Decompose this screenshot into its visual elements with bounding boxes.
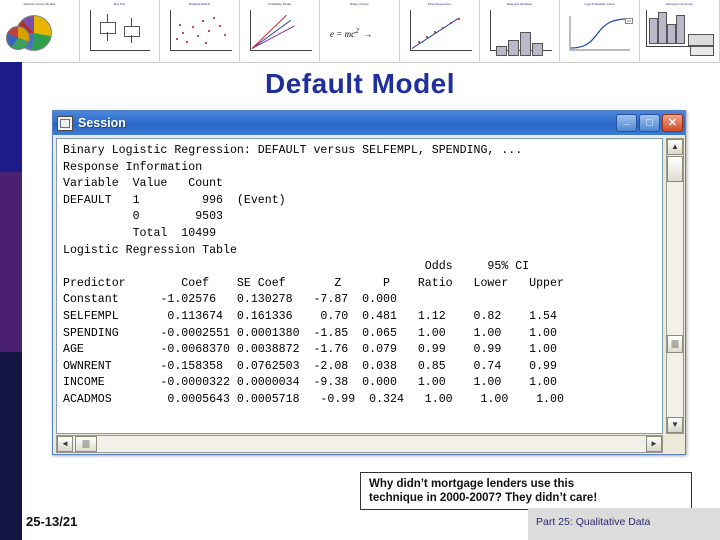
horizontal-scroll-thumb[interactable] — [75, 436, 97, 452]
thumbnail-8-caption: Logit Probability Curve — [584, 2, 615, 6]
scroll-down-icon: ▼ — [671, 420, 679, 429]
session-window-icon — [57, 115, 73, 131]
session-output-pane[interactable]: Binary Logistic Regression: DEFAULT vers… — [56, 138, 663, 434]
thumbnail-7-caption: Data and Variables — [506, 2, 533, 6]
session-window: Session _ □ ✕ Binary Logistic Regression… — [52, 110, 686, 455]
callout-line-2: technique in 2000-2007? They didn’t care… — [369, 492, 598, 504]
logit-curve-icon — [569, 16, 630, 51]
thumbnail-5-caption: Binary Choice — [350, 2, 369, 6]
minimize-button[interactable]: _ — [616, 114, 637, 132]
thumbnail-3-caption: Marginal Effects — [188, 2, 211, 6]
thumbnail-2-graphic — [84, 8, 155, 58]
window-buttons: _ □ ✕ — [616, 114, 683, 132]
thumbnail-4[interactable]: Probability Model — [240, 0, 320, 61]
scroll-grip-icon-h — [82, 440, 90, 448]
slide-section-label: Part 25: Qualitative Data — [528, 508, 720, 540]
thumbnail-6[interactable]: Fitted Regression — [400, 0, 480, 61]
thumbnail-2[interactable]: Box Plot — [80, 0, 160, 61]
scroll-grip-icon — [671, 340, 679, 348]
minimize-icon: _ — [623, 114, 630, 126]
thumbnail-1-graphic — [4, 8, 75, 58]
scroll-down-button[interactable]: ▼ — [667, 417, 683, 433]
thumbnail-8-graphic: 0.5 — [564, 8, 635, 58]
scroll-left-icon: ◄ — [61, 439, 69, 448]
maximize-button[interactable]: □ — [639, 114, 660, 132]
thumbnail-1[interactable]: Discrete Choice Models — [0, 0, 80, 61]
thumbnail-3-graphic — [164, 8, 235, 58]
close-button[interactable]: ✕ — [662, 114, 683, 132]
horizontal-scrollbar[interactable]: ◄ ► — [56, 435, 663, 453]
left-accent-bar-dark — [0, 352, 22, 540]
maximize-icon: □ — [646, 117, 653, 129]
slide-thumbnail-strip[interactable]: Discrete Choice Models Box Plot Marginal… — [0, 0, 720, 63]
thumbnail-4-caption: Probability Model — [267, 2, 291, 6]
thumbnail-8[interactable]: Logit Probability Curve 0.5 — [560, 0, 640, 61]
window-client-area: Binary Logistic Regression: DEFAULT vers… — [56, 138, 684, 453]
thumbnail-6-graphic — [404, 8, 475, 58]
thumbnail-1-caption: Discrete Choice Models — [23, 2, 56, 6]
thumbnail-9[interactable]: Histogram Summary — [640, 0, 720, 61]
close-icon: ✕ — [667, 117, 678, 129]
left-accent-bar-purple — [0, 172, 22, 352]
window-titlebar[interactable]: Session _ □ ✕ — [53, 111, 685, 135]
thumbnail-6-caption: Fitted Regression — [427, 2, 452, 6]
scroll-left-button[interactable]: ◄ — [57, 436, 73, 452]
session-output-text: Binary Logistic Regression: DEFAULT vers… — [63, 144, 564, 406]
page-title: Default Model — [264, 68, 456, 99]
scroll-up-icon: ▲ — [671, 142, 679, 151]
callout-box: Why didn’t mortgage lenders use this tec… — [360, 472, 692, 510]
scroll-up-button[interactable]: ▲ — [667, 139, 683, 155]
scroll-right-icon: ► — [650, 439, 658, 448]
thumbnail-5[interactable]: Binary Choice e = mc2 → — [320, 0, 400, 61]
thumbnail-4-graphic — [244, 8, 315, 58]
vertical-scrollbar[interactable]: ▲ ▼ — [666, 138, 684, 434]
thumbnail-9-graphic — [644, 8, 715, 58]
vertical-scroll-thumb[interactable] — [667, 156, 683, 182]
window-title: Session — [78, 116, 126, 130]
thumbnail-2-caption: Box Plot — [113, 2, 126, 6]
thumbnail-7[interactable]: Data and Variables — [480, 0, 560, 61]
thumbnail-3[interactable]: Marginal Effects — [160, 0, 240, 61]
vertical-scroll-grip[interactable] — [667, 335, 683, 353]
callout-line-1: Why didn’t mortgage lenders use this — [369, 478, 575, 490]
thumbnail-9-caption: Histogram Summary — [665, 2, 694, 6]
scrollbar-corner — [666, 435, 684, 453]
scroll-right-button[interactable]: ► — [646, 436, 662, 452]
slide-number: 25-13/21 — [26, 514, 78, 529]
thumbnail-5-graphic: e = mc2 → — [330, 26, 373, 39]
thumbnail-7-graphic — [484, 8, 555, 58]
